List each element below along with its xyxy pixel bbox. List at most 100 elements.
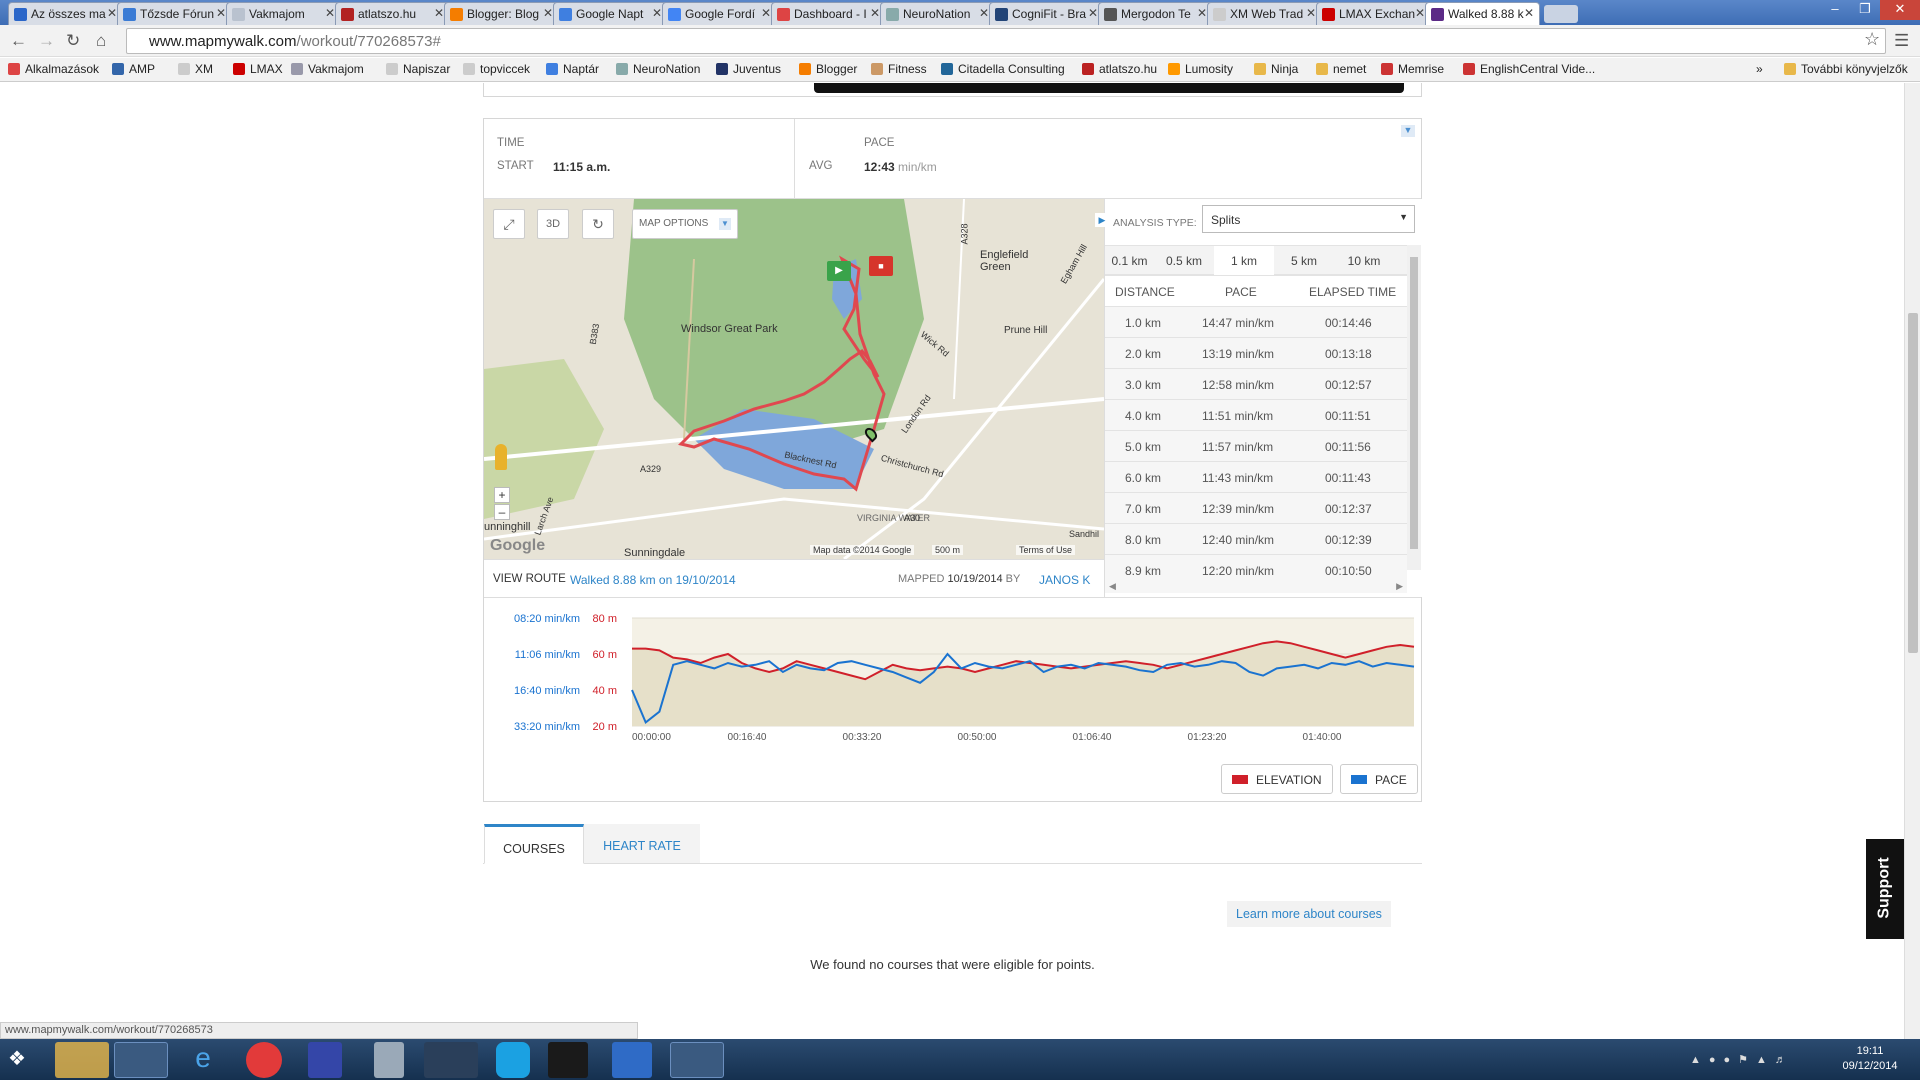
table-row[interactable]: 6.0 km 11:43 min/km 00:11:43 xyxy=(1105,461,1407,492)
back-icon[interactable]: ← xyxy=(10,31,27,51)
save-taskbar-icon[interactable] xyxy=(308,1042,342,1078)
bookmark-item[interactable]: Ninja xyxy=(1254,62,1298,76)
tab-close-icon[interactable]: ✕ xyxy=(1524,6,1534,20)
tab-close-icon[interactable]: ✕ xyxy=(1306,6,1316,20)
panel-scrollbar[interactable] xyxy=(1407,245,1421,570)
support-button[interactable]: Support xyxy=(1866,839,1904,939)
new-tab-button[interactable] xyxy=(1544,5,1578,23)
bookmark-item[interactable]: AMP xyxy=(112,62,155,76)
bookmark-item[interactable]: Juventus xyxy=(716,62,781,76)
tab-courses[interactable]: COURSES xyxy=(484,824,584,864)
app-taskbar-icon[interactable] xyxy=(424,1042,478,1078)
route-link[interactable]: Walked 8.88 km on 19/10/2014 xyxy=(570,573,736,587)
page-scrollbar[interactable] xyxy=(1904,83,1920,1039)
table-row[interactable]: 1.0 km 14:47 min/km 00:14:46 xyxy=(1105,306,1407,337)
zoom-in-button[interactable]: + xyxy=(494,487,510,503)
route-map[interactable]: ▶ ■ ⤢ 3D ↻ MAP OPTIONS ▼ + – Windsor Grea… xyxy=(484,199,1104,559)
bookmark-item[interactable]: topviccek xyxy=(463,62,530,76)
trading-taskbar-icon[interactable] xyxy=(548,1042,588,1078)
minimize-button[interactable]: – xyxy=(1820,0,1850,20)
reload-icon[interactable]: ↻ xyxy=(66,31,80,51)
table-row[interactable]: 2.0 km 13:19 min/km 00:13:18 xyxy=(1105,337,1407,368)
pegman-icon[interactable] xyxy=(495,444,507,470)
browser-tab[interactable]: XM Web Trad ✕ xyxy=(1207,2,1322,25)
tab-close-icon[interactable]: ✕ xyxy=(543,6,553,20)
mail-taskbar-icon[interactable] xyxy=(612,1042,652,1078)
3d-button[interactable]: 3D xyxy=(537,209,569,239)
tab-close-icon[interactable]: ✕ xyxy=(434,6,444,20)
zoom-out-button[interactable]: – xyxy=(494,504,510,520)
url-input[interactable]: www.mapmywalk.com/workout/770268573# xyxy=(126,28,1886,54)
forward-icon[interactable]: → xyxy=(38,31,55,51)
bookmark-item[interactable]: Lumosity xyxy=(1168,62,1233,76)
bookmark-item[interactable]: Citadella Consulting xyxy=(941,62,1065,76)
ie-taskbar-icon[interactable]: e xyxy=(176,1042,230,1078)
table-row[interactable]: 8.0 km 12:40 min/km 00:12:39 xyxy=(1105,523,1407,554)
table-row[interactable]: 3.0 km 12:58 min/km 00:12:57 xyxy=(1105,368,1407,399)
tab-close-icon[interactable]: ✕ xyxy=(1197,6,1207,20)
author-link[interactable]: JANOS K xyxy=(1039,573,1090,587)
table-row[interactable]: 7.0 km 12:39 min/km 00:12:37 xyxy=(1105,492,1407,523)
clock[interactable]: 19:11 09/12/2014 xyxy=(1830,1044,1910,1074)
skype-taskbar-icon[interactable] xyxy=(496,1042,530,1078)
browser-tab[interactable]: Google Napt ✕ xyxy=(553,2,668,25)
tab-close-icon[interactable]: ✕ xyxy=(107,6,117,20)
segment-5-km[interactable]: 5 km xyxy=(1274,246,1334,276)
segment-10-km[interactable]: 10 km xyxy=(1334,246,1394,276)
star-icon[interactable]: ☆ xyxy=(1864,29,1880,50)
calculator-taskbar-icon[interactable] xyxy=(374,1042,404,1078)
finish-marker-icon[interactable]: ■ xyxy=(869,256,893,276)
browser-tab[interactable]: atlatszo.hu ✕ xyxy=(335,2,450,25)
close-window-button[interactable]: ✕ xyxy=(1880,0,1920,20)
start-button[interactable]: ❖ xyxy=(8,1047,34,1071)
segment-0-1-km[interactable]: 0.1 km xyxy=(1105,246,1154,276)
tab-close-icon[interactable]: ✕ xyxy=(1088,6,1098,20)
bookmarks-overflow[interactable]: » xyxy=(1756,62,1763,76)
bookmark-item[interactable]: LMAX xyxy=(233,62,283,76)
browser-tab[interactable]: Dashboard - I ✕ xyxy=(771,2,886,25)
segment-0-5-km[interactable]: 0.5 km xyxy=(1154,246,1214,276)
tab-close-icon[interactable]: ✕ xyxy=(652,6,662,20)
browser-tab[interactable]: Az összes ma ✕ xyxy=(8,2,123,25)
map-terms-link[interactable]: Terms of Use xyxy=(1016,545,1076,555)
tab-close-icon[interactable]: ✕ xyxy=(325,6,335,20)
tray-icons[interactable]: ▲●●⚑▲♬ xyxy=(1690,1053,1820,1067)
explorer-taskbar-icon[interactable] xyxy=(55,1042,109,1078)
browser-tab[interactable]: Google Fordí ✕ xyxy=(662,2,777,25)
bookmark-item[interactable]: Naptár xyxy=(546,62,599,76)
tab-close-icon[interactable]: ✕ xyxy=(979,6,989,20)
table-row[interactable]: 4.0 km 11:51 min/km 00:11:51 xyxy=(1105,399,1407,430)
browser-tab[interactable]: Tőzsde Fórun ✕ xyxy=(117,2,232,25)
bookmark-item[interactable]: XM xyxy=(178,62,213,76)
table-row[interactable]: 5.0 km 11:57 min/km 00:11:56 xyxy=(1105,430,1407,461)
bookmark-item[interactable]: Vakmajom xyxy=(291,62,364,76)
bookmark-item[interactable]: Blogger xyxy=(799,62,857,76)
collapse-chevron-icon[interactable]: ▼ xyxy=(1401,125,1415,137)
rotate-button[interactable]: ↻ xyxy=(582,209,614,239)
browser-tab[interactable]: LMAX Exchan ✕ xyxy=(1316,2,1431,25)
panel-hscroll[interactable]: ◀ ▶ xyxy=(1105,579,1407,593)
browser-tab[interactable]: NeuroNation ✕ xyxy=(880,2,995,25)
bookmark-item[interactable]: Fitness xyxy=(871,62,927,76)
panel-toggle-icon[interactable]: ▶ xyxy=(1095,213,1109,227)
app2-taskbar-icon[interactable] xyxy=(670,1042,724,1078)
tab-close-icon[interactable]: ✕ xyxy=(761,6,771,20)
browser-tab[interactable]: Mergodon Te ✕ xyxy=(1098,2,1213,25)
bookmark-item[interactable]: NeuroNation xyxy=(616,62,700,76)
browser-tab[interactable]: CogniFit - Bra ✕ xyxy=(989,2,1104,25)
menu-icon[interactable]: ☰ xyxy=(1894,31,1909,51)
bookmark-item[interactable]: Napiszar xyxy=(386,62,450,76)
pace-legend-button[interactable]: PACE xyxy=(1340,764,1418,794)
segment-1-km[interactable]: 1 km xyxy=(1214,246,1274,276)
bookmark-item[interactable]: Alkalmazások xyxy=(8,62,99,76)
tab-close-icon[interactable]: ✕ xyxy=(870,6,880,20)
analysis-type-select[interactable]: Splits ▼ xyxy=(1202,205,1415,233)
elevation-legend-button[interactable]: ELEVATION xyxy=(1221,764,1333,794)
fullscreen-button[interactable]: ⤢ xyxy=(493,209,525,239)
tab-close-icon[interactable]: ✕ xyxy=(1415,6,1425,20)
home-icon[interactable]: ⌂ xyxy=(96,31,106,51)
bookmark-item[interactable]: nemet xyxy=(1316,62,1366,76)
browser-tab[interactable]: Walked 8.88 k ✕ xyxy=(1425,2,1540,26)
bookmark-item[interactable]: Memrise xyxy=(1381,62,1444,76)
bookmark-item[interactable]: atlatszo.hu xyxy=(1082,62,1157,76)
